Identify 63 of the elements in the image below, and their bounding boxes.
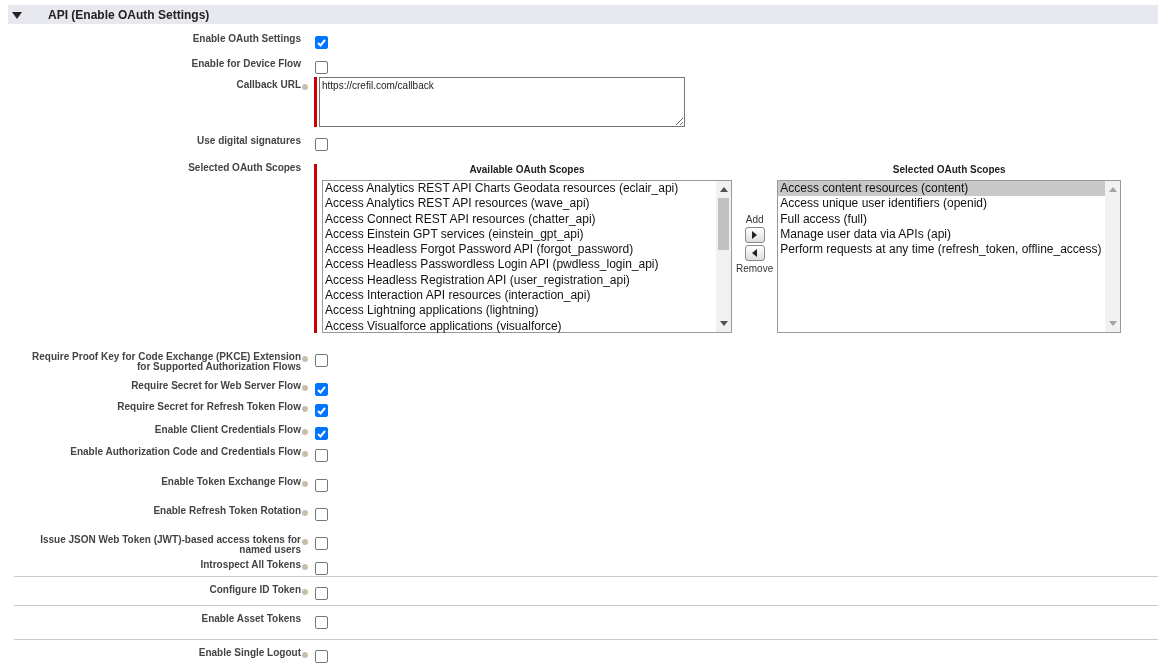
field-label: Require Secret for Web Server Flow <box>131 381 301 391</box>
remove-label: Remove <box>736 263 774 274</box>
add-button[interactable] <box>744 227 765 243</box>
scrollbar-thumb[interactable] <box>718 198 729 250</box>
scope-option[interactable]: Access Analytics REST API resources (wave_api) <box>323 196 716 212</box>
scope-option[interactable]: Access content resources (content) <box>778 181 1106 197</box>
checkbox[interactable] <box>315 449 328 462</box>
field-label: Selected OAuth Scopes <box>188 163 301 173</box>
field-label: Enable Client Credentials Flow <box>154 425 301 435</box>
list-title: Selected OAuth Scopes <box>892 164 1006 175</box>
checkbox[interactable] <box>315 650 328 663</box>
checkbox[interactable] <box>315 383 328 396</box>
field-label: Introspect All Tokens <box>200 560 301 570</box>
checkbox[interactable] <box>315 61 328 74</box>
scope-option[interactable]: Full access (full) <box>778 211 1106 227</box>
remove-button[interactable] <box>744 245 765 261</box>
field-label: Enable Refresh Token Rotation <box>153 506 301 516</box>
list-title: Available OAuth Scopes <box>469 164 585 175</box>
scope-option[interactable]: Access Visualforce applications (visualforce) <box>323 318 716 334</box>
field-label: Enable OAuth Settings <box>192 34 301 44</box>
collapse-triangle-icon[interactable] <box>12 10 22 19</box>
scope-option[interactable]: Access Lightning applications (lightning) <box>323 303 716 319</box>
scope-listbox[interactable]: Access content resources (content) Access unique user identifiers (openid) Full access (full) Manage user data via APIs (api) Perform requests at any time (refresh_token, offline_access) <box>777 180 1122 333</box>
scope-option[interactable]: Access Headless Registration API (user_registration_api) <box>323 272 716 289</box>
right-triangle-icon <box>752 231 758 239</box>
checkbox[interactable] <box>315 479 328 492</box>
field-label: Enable for Device Flow <box>191 59 301 69</box>
checkbox[interactable] <box>315 537 328 550</box>
field-label: Enable Token Exchange Flow <box>161 477 301 487</box>
checkbox[interactable] <box>315 354 328 367</box>
scope-option[interactable]: Manage user data via APIs (api) <box>778 226 1106 243</box>
field-label: Enable Single Logout <box>198 648 301 658</box>
scope-option[interactable]: Access Interaction API resources (interaction_api) <box>323 288 716 304</box>
left-triangle-icon <box>752 249 758 257</box>
scope-option[interactable]: Access Connect REST API resources (chatter_api) <box>323 211 716 227</box>
scope-option[interactable]: Access Headless Forgot Password API (forgot_password) <box>323 242 716 258</box>
field-label: Use digital signatures <box>197 136 301 146</box>
scroll-up-icon[interactable] <box>719 187 728 192</box>
checkbox[interactable] <box>315 404 328 417</box>
add-label: Add <box>745 214 764 225</box>
checkbox[interactable] <box>315 36 328 49</box>
checkbox[interactable] <box>315 587 328 600</box>
checkbox[interactable] <box>315 508 328 521</box>
field-label: Enable Authorization Code and Credentials Flow <box>70 447 301 457</box>
field-label: Enable Asset Tokens <box>201 614 301 624</box>
section-title: API (Enable OAuth Settings) <box>48 7 210 22</box>
checkbox[interactable] <box>315 616 328 629</box>
field-label: Issue JSON Web Token (JWT)-based access tokens for named users <box>39 535 301 555</box>
scope-option[interactable]: Access unique user identifiers (openid) <box>778 196 1106 212</box>
field-label: Callback URL <box>236 80 301 90</box>
callback-url-field[interactable]: https://crefil.com/callback <box>319 77 685 127</box>
scope-option[interactable]: Access Analytics REST API Charts Geodata resources (eclair_api) <box>323 181 716 197</box>
checkbox[interactable] <box>315 138 328 151</box>
field-label: Configure ID Token <box>209 585 301 595</box>
scope-option[interactable]: Perform requests at any time (refresh_token, offline_access) <box>778 242 1106 258</box>
scope-listbox[interactable] <box>322 180 732 333</box>
checkbox[interactable] <box>315 427 328 440</box>
checkbox[interactable] <box>315 562 328 575</box>
scope-option[interactable]: Access Einstein GPT services (einstein_gpt_api) <box>323 226 716 243</box>
scope-option[interactable]: Access Headless Passwordless Login API (pwdless_login_api) <box>323 257 716 273</box>
scroll-down-icon[interactable] <box>719 321 728 326</box>
field-label: Require Secret for Refresh Token Flow <box>117 402 301 412</box>
field-label: Require Proof Key for Code Exchange (PKCE) Extension for Supported Authorization Flows <box>31 352 301 372</box>
